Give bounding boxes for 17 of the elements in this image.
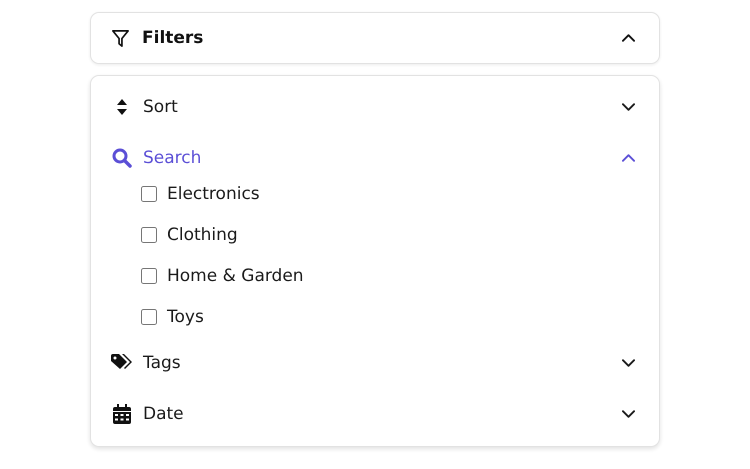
tags-icon <box>111 354 133 372</box>
checkbox[interactable] <box>141 268 157 284</box>
option-label: Home & Garden <box>167 266 304 286</box>
section-header[interactable]: Date <box>91 388 659 439</box>
option-label: Electronics <box>167 184 260 204</box>
checkbox[interactable] <box>141 226 157 242</box>
section-header[interactable]: Tags <box>91 337 659 388</box>
calendar-icon <box>111 404 133 424</box>
checkbox[interactable] <box>141 186 157 202</box>
option-label: Toys <box>167 306 204 326</box>
section-header[interactable]: Sort <box>91 81 659 132</box>
section-header[interactable]: Search <box>91 132 659 183</box>
search-icon <box>111 148 133 168</box>
option-label: Clothing <box>167 224 238 244</box>
checkbox[interactable] <box>141 308 157 324</box>
filter-icon <box>111 28 130 48</box>
filters-header[interactable]: Filters <box>90 12 660 64</box>
